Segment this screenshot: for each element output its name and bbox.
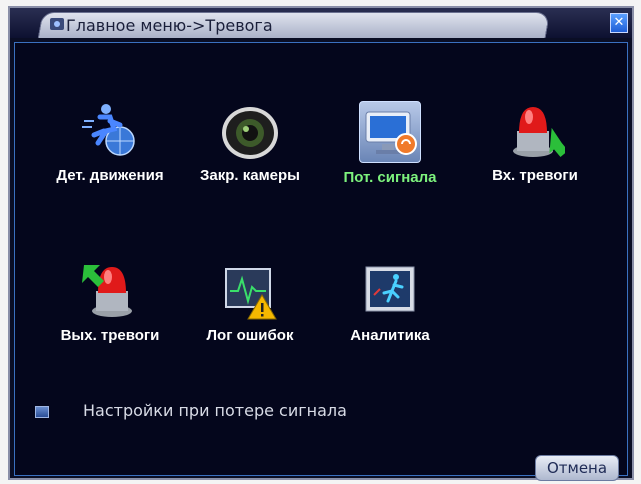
menu-item-alarm-output[interactable]: Вых. тревоги — [35, 261, 185, 344]
signal-loss-settings-label[interactable]: Настройки при потере сигнала — [83, 401, 347, 420]
menu-item-motion-detection[interactable]: Дет. движения — [35, 101, 185, 184]
menu-item-label: Лог ошибок — [206, 327, 294, 344]
analytics-icon — [360, 261, 420, 321]
menu-item-analytics[interactable]: Аналитика — [315, 261, 465, 344]
close-button[interactable]: ✕ — [610, 13, 628, 33]
menu-item-camera-block[interactable]: Закр. камеры — [175, 101, 325, 184]
menu-item-label: Вх. тревоги — [492, 167, 578, 184]
alarm-input-icon — [505, 101, 569, 161]
error-log-icon — [220, 261, 280, 321]
menu-item-label: Вых. тревоги — [60, 327, 160, 344]
menu-item-label: Дет. движения — [56, 167, 164, 184]
menu-panel: Дет. движения Закр. камеры Пот. сигнала … — [14, 42, 628, 481]
cancel-button[interactable]: Отмена — [535, 455, 619, 481]
alarm-output-icon — [80, 261, 140, 321]
menu-item-label: Аналитика — [350, 327, 430, 344]
title-bar: Главное меню->Тревога ✕ — [10, 8, 632, 38]
settings-bullet-icon — [35, 406, 49, 418]
menu-item-label: Пот. сигнала — [343, 169, 437, 186]
video-loss-icon — [359, 101, 421, 163]
menu-item-label: Закр. камеры — [199, 167, 300, 184]
alarm-window: Главное меню->Тревога ✕ Дет. движения За… — [8, 6, 634, 481]
menu-item-video-loss[interactable]: Пот. сигнала — [315, 101, 465, 186]
menu-item-alarm-input[interactable]: Вх. тревоги — [460, 101, 610, 184]
menu-item-error-log[interactable]: Лог ошибок — [175, 261, 325, 344]
menu-icon — [50, 18, 64, 30]
motion-detect-icon — [80, 101, 140, 161]
window-title: Главное меню->Тревога — [66, 16, 273, 35]
camera-block-icon — [220, 101, 280, 161]
